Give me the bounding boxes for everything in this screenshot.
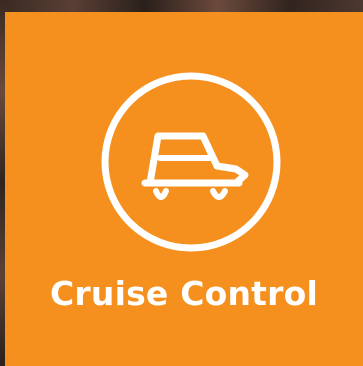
cruise-control-tile[interactable]: Cruise Control xyxy=(5,12,363,366)
car-icon xyxy=(99,70,283,254)
tile-label: Cruise Control xyxy=(49,274,319,313)
